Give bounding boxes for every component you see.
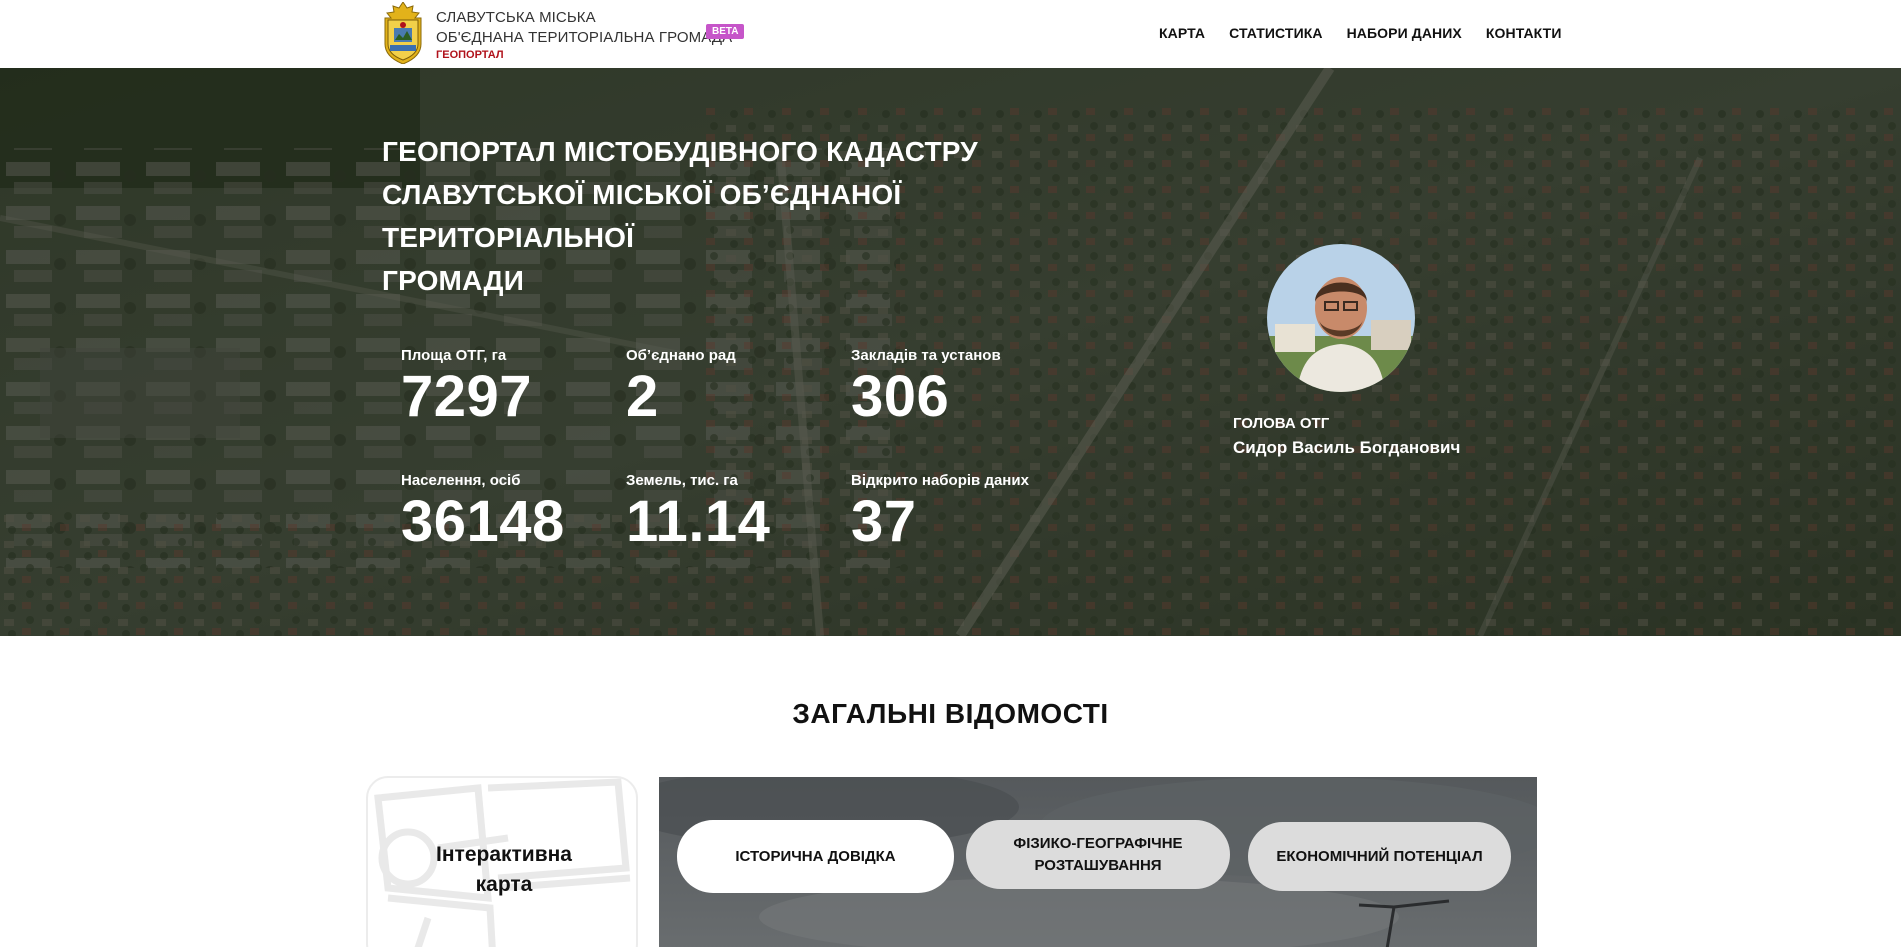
tab-history-label: ІСТОРИЧНА ДОВІДКА: [735, 847, 896, 865]
stat-label: Об’єднано рад: [626, 347, 736, 364]
beta-badge: BETA: [706, 24, 745, 39]
tab-economy[interactable]: ЕКОНОМІЧНИЙ ПОТЕНЦІАЛ: [1248, 822, 1511, 891]
tab-geography-label-line1: ФІЗИКО-ГЕОГРАФІЧНЕ: [1013, 834, 1183, 852]
tab-geography-label-line2: РОЗТАШУВАННЯ: [1034, 856, 1162, 874]
hero-title: ГЕОПОРТАЛ МІСТОБУДІВНОГО КАДАСТРУ СЛАВУТ…: [382, 130, 1142, 302]
stat-institutions: Закладів та установ 306: [851, 347, 1001, 429]
org-name-line1: СЛАВУТСЬКА МІСЬКА: [436, 9, 596, 26]
city-crest-icon: [384, 2, 422, 64]
stat-population: Населення, осіб 36148: [401, 472, 565, 554]
stat-label: Закладів та установ: [851, 347, 1001, 364]
interactive-map-label: Інтерактивна карта: [368, 840, 636, 900]
geoportal-label: ГЕОПОРТАЛ: [436, 49, 504, 61]
stat-label: Відкрито наборів даних: [851, 472, 1029, 489]
org-name: СЛАВУТСЬКА МІСЬКА ОБ'ЄДНАНА ТЕРИТОРІАЛЬН…: [436, 8, 732, 62]
map-label-line2: карта: [475, 873, 533, 896]
nav-datasets[interactable]: НАБОРИ ДАНИХ: [1347, 25, 1462, 41]
stat-label: Площа ОТГ, га: [401, 347, 507, 364]
stat-value: 2: [626, 364, 659, 429]
info-panel: ІСТОРИЧНА ДОВІДКА ФІЗИКО-ГЕОГРАФІЧНЕ РОЗ…: [659, 777, 1537, 947]
nav-map[interactable]: КАРТА: [1159, 25, 1205, 41]
stat-value: 11.14: [626, 489, 771, 554]
head-name: Сидор Василь Богданович: [1233, 438, 1461, 457]
stat-lands: Земель, тис. га 11.14: [626, 472, 770, 554]
map-label-line1: Інтерактивна: [436, 843, 572, 866]
stat-councils: Об’єднано рад 2: [626, 347, 736, 429]
stat-value: 36148: [401, 489, 565, 554]
tab-economy-label: ЕКОНОМІЧНИЙ ПОТЕНЦІАЛ: [1276, 847, 1483, 865]
head-role: ГОЛОВА ОТГ: [1233, 415, 1330, 432]
main-nav: КАРТА СТАТИСТИКА НАБОРИ ДАНИХ КОНТАКТИ: [1159, 25, 1562, 41]
hero-banner: ГЕОПОРТАЛ МІСТОБУДІВНОГО КАДАСТРУ СЛАВУТ…: [0, 68, 1901, 636]
tab-history[interactable]: ІСТОРИЧНА ДОВІДКА: [677, 820, 954, 893]
interactive-map-card[interactable]: Інтерактивна карта: [366, 776, 638, 947]
hero-title-line3: ГРОМАДИ: [382, 265, 525, 296]
org-name-line2: ОБ'ЄДНАНА ТЕРИТОРІАЛЬНА ГРОМАДА: [436, 29, 733, 46]
stat-label: Земель, тис. га: [626, 472, 738, 489]
logo[interactable]: СЛАВУТСЬКА МІСЬКА ОБ'ЄДНАНА ТЕРИТОРІАЛЬН…: [380, 2, 732, 64]
stat-datasets: Відкрито наборів даних 37: [851, 472, 1029, 554]
hero-title-line1: ГЕОПОРТАЛ МІСТОБУДІВНОГО КАДАСТРУ: [382, 136, 978, 167]
nav-contacts[interactable]: КОНТАКТИ: [1486, 25, 1562, 41]
tab-geography[interactable]: ФІЗИКО-ГЕОГРАФІЧНЕ РОЗТАШУВАННЯ: [966, 820, 1230, 889]
section-title: ЗАГАЛЬНІ ВІДОМОСТІ: [792, 698, 1109, 729]
hero-title-line2: СЛАВУТСЬКОЇ МІСЬКОЇ ОБ’ЄДНАНОЇ ТЕРИТОРІА…: [382, 179, 902, 253]
stat-area: Площа ОТГ, га 7297: [401, 347, 532, 429]
portrait-image: [1267, 244, 1415, 392]
head-avatar: [1267, 244, 1415, 392]
stat-value: 37: [851, 489, 917, 554]
site-header: СЛАВУТСЬКА МІСЬКА ОБ'ЄДНАНА ТЕРИТОРІАЛЬН…: [0, 0, 1901, 68]
nav-statistics[interactable]: СТАТИСТИКА: [1229, 25, 1323, 41]
stat-value: 7297: [401, 364, 533, 429]
stat-value: 306: [851, 364, 950, 429]
stat-label: Населення, осіб: [401, 472, 521, 489]
